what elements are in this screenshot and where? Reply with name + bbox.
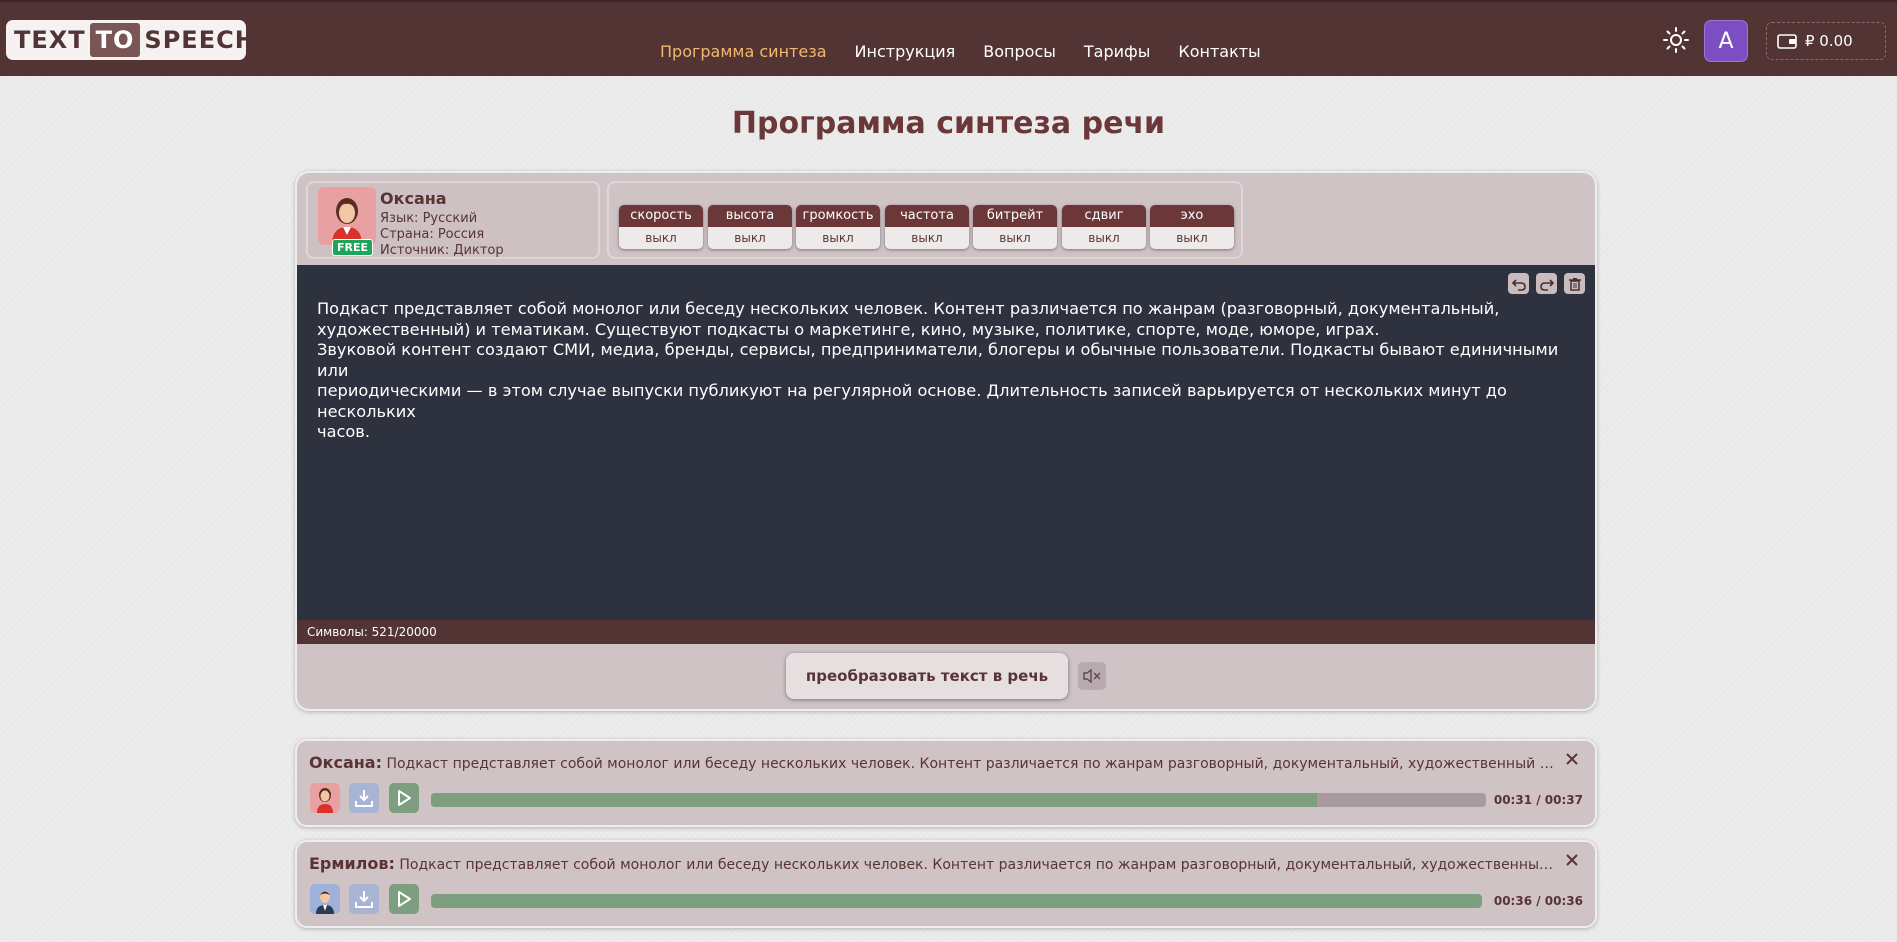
track-time: 00:36 / 00:36 (1493, 894, 1583, 908)
voice-card[interactable]: FREE Оксана Язык: Русский Страна: Россия… (306, 181, 600, 259)
download-icon[interactable] (349, 884, 379, 914)
track-progress-fill (431, 894, 1482, 908)
logo-text-part1: TEXT (14, 26, 86, 54)
track-voice-avatar (310, 884, 340, 914)
param-name: битрейт (973, 205, 1057, 227)
param-value: выкл (734, 231, 766, 245)
synthesis-panel: FREE Оксана Язык: Русский Страна: Россия… (295, 171, 1597, 711)
convert-button[interactable]: преобразовать текст в речь (786, 653, 1068, 699)
undo-icon[interactable] (1508, 273, 1529, 294)
nav-item-questions[interactable]: Вопросы (983, 42, 1056, 61)
play-icon[interactable] (389, 884, 419, 914)
param-name: высота (708, 205, 792, 227)
track-title: Ермилов: Подкаст представляет собой моно… (309, 854, 1559, 873)
param-value: выкл (1088, 231, 1120, 245)
param-frequency[interactable]: частота выкл (885, 205, 969, 249)
redo-icon[interactable] (1536, 273, 1557, 294)
balance-value: ₽ 0.00 (1805, 32, 1853, 50)
track-voice-name: Оксана: (309, 753, 382, 772)
editor-line: периодическими — в этом случае выпуски п… (317, 381, 1507, 421)
editor-line: художественный) и тематикам. Существуют … (317, 319, 1380, 339)
param-name: сдвиг (1062, 205, 1146, 227)
param-shift[interactable]: сдвиг выкл (1062, 205, 1146, 249)
logo-text-part2: TO (89, 23, 141, 57)
char-counter: Символы: 521/20000 (297, 620, 1595, 644)
param-value: выкл (645, 231, 677, 245)
param-echo[interactable]: эхо выкл (1150, 205, 1234, 249)
param-value: выкл (822, 231, 854, 245)
wallet-balance[interactable]: ₽ 0.00 (1766, 22, 1886, 60)
close-icon[interactable] (1565, 751, 1579, 765)
voice-avatar (318, 187, 376, 245)
nav-item-tariffs[interactable]: Тарифы (1084, 42, 1150, 61)
trash-icon[interactable] (1564, 273, 1585, 294)
wallet-icon (1777, 34, 1797, 49)
audio-track: Оксана: Подкаст представляет собой монол… (295, 739, 1597, 827)
track-text: Подкаст представляет собой монолог или б… (399, 857, 1559, 873)
track-voice-name: Ермилов: (309, 854, 395, 873)
param-name: частота (885, 205, 969, 227)
track-progress-fill (431, 793, 1318, 807)
track-progress-bar[interactable] (431, 793, 1486, 807)
play-icon[interactable] (389, 783, 419, 813)
main-nav: Программа синтеза Инструкция Вопросы Тар… (660, 42, 1289, 61)
header: TEXT TO SPEECH Программа синтеза Инструк… (0, 0, 1897, 76)
param-name: громкость (796, 205, 880, 227)
audio-track: Ермилов: Подкаст представляет собой моно… (295, 840, 1597, 928)
param-bitrate[interactable]: битрейт выкл (973, 205, 1057, 249)
free-badge: FREE (332, 239, 374, 256)
param-value: выкл (999, 231, 1031, 245)
mute-icon[interactable] (1078, 662, 1106, 690)
page-title: Программа синтеза речи (731, 106, 1166, 141)
track-progress-bar[interactable] (431, 894, 1482, 908)
close-icon[interactable] (1565, 852, 1579, 866)
editor-content[interactable]: Подкаст представляет собой монолог или б… (317, 299, 1582, 443)
param-value: выкл (1176, 231, 1208, 245)
param-volume[interactable]: громкость выкл (796, 205, 880, 249)
nav-item-instruction[interactable]: Инструкция (855, 42, 956, 61)
track-title: Оксана: Подкаст представляет собой монол… (309, 753, 1559, 772)
logo-text-part3: SPEECH (144, 26, 256, 54)
voice-name: Оксана (380, 189, 447, 208)
editor-line: Подкаст представляет собой монолог или б… (317, 299, 1500, 318)
logo[interactable]: TEXT TO SPEECH (6, 20, 255, 60)
voice-language: Язык: Русский (380, 211, 478, 226)
track-time: 00:31 / 00:37 (1493, 793, 1583, 807)
voice-source: Источник: Диктор (380, 243, 504, 258)
param-name: эхо (1150, 205, 1234, 227)
param-speed[interactable]: скорость выкл (619, 205, 703, 249)
editor-line: часов. (317, 422, 370, 441)
nav-item-synthesis[interactable]: Программа синтеза (660, 42, 827, 61)
nav-item-contacts[interactable]: Контакты (1178, 42, 1260, 61)
download-icon[interactable] (349, 783, 379, 813)
param-pitch[interactable]: высота выкл (708, 205, 792, 249)
param-value: выкл (911, 231, 943, 245)
param-name: скорость (619, 205, 703, 227)
editor-line: Звуковой контент создают СМИ, медиа, бре… (317, 340, 1559, 380)
user-avatar[interactable]: A (1704, 20, 1748, 62)
sun-icon[interactable] (1663, 27, 1689, 53)
text-editor[interactable]: Подкаст представляет собой монолог или б… (297, 265, 1595, 620)
track-text: Подкаст представляет собой монолог или б… (386, 756, 1559, 772)
voice-country: Страна: Россия (380, 227, 485, 242)
track-voice-avatar (310, 783, 340, 813)
voice-params: скорость выкл высота выкл громкость выкл… (607, 181, 1243, 259)
